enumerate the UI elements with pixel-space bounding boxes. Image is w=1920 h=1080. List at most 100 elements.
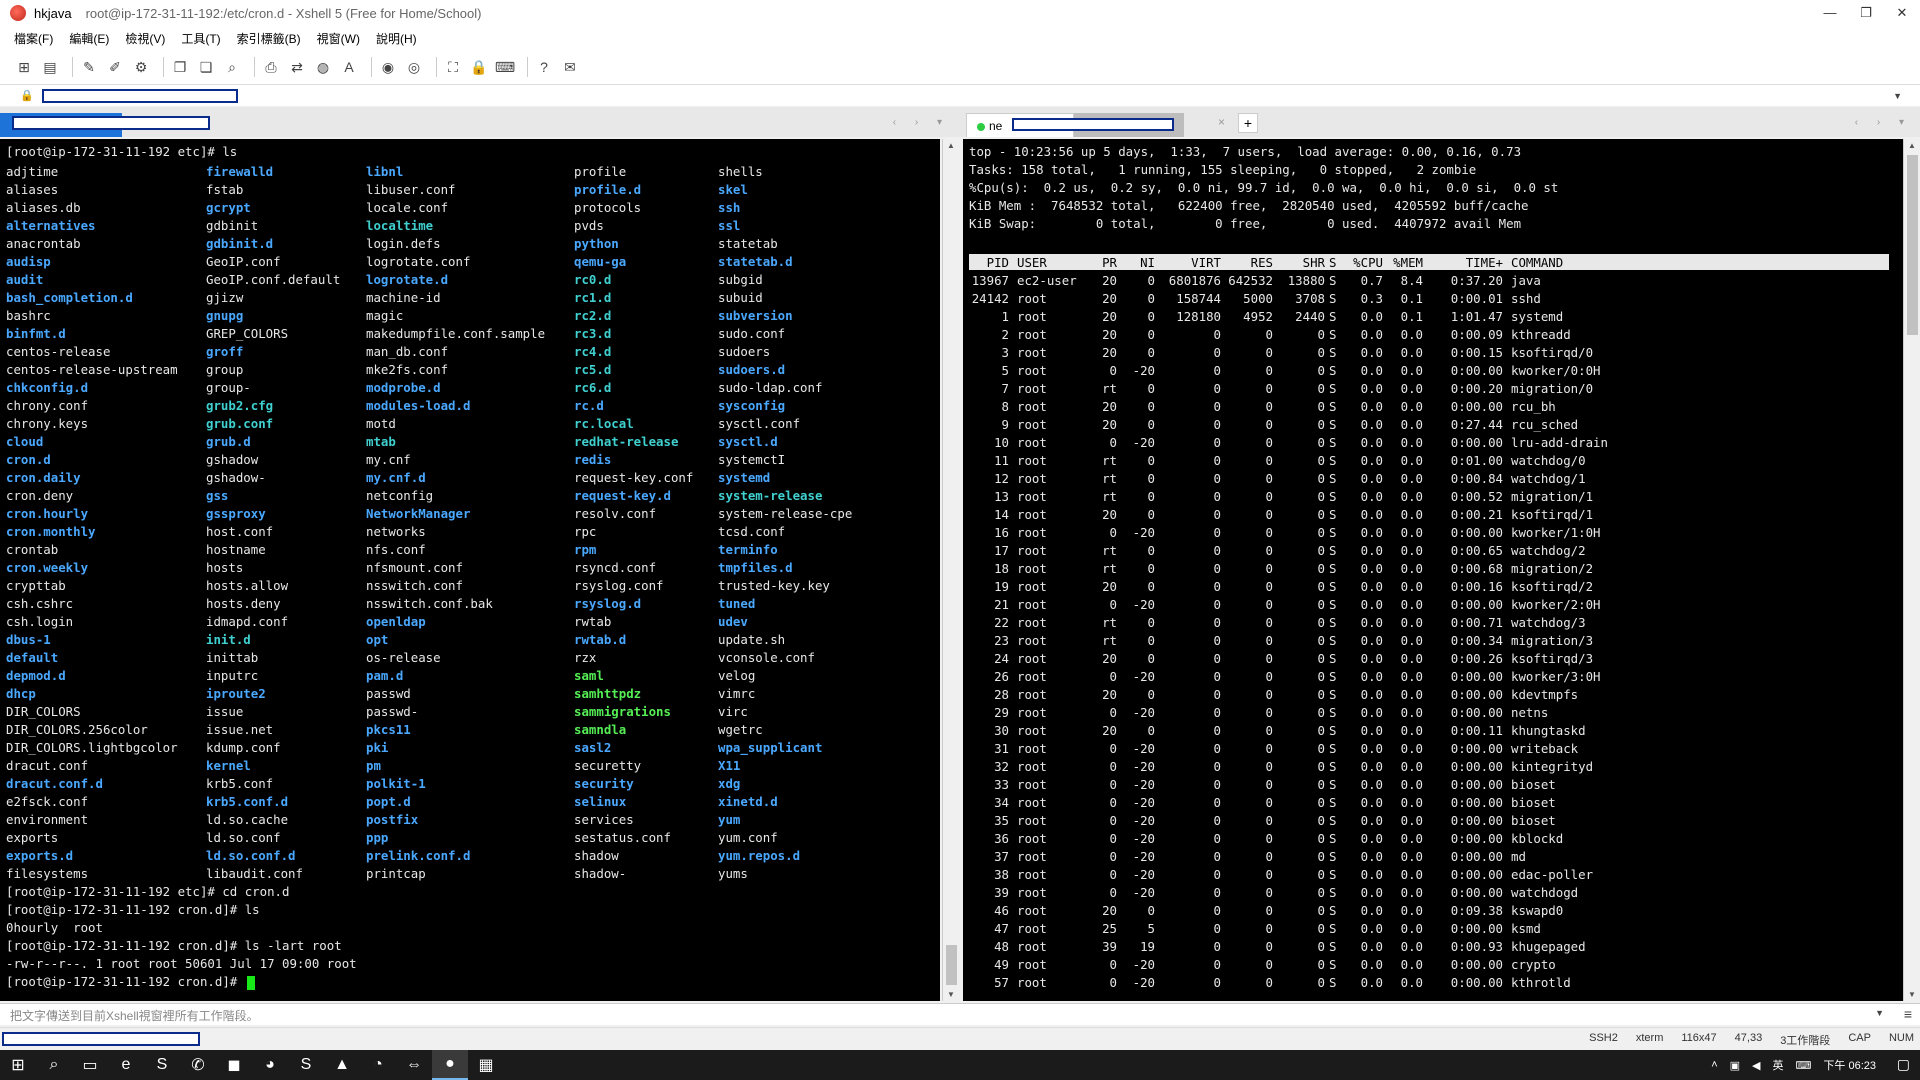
keyboard-icon[interactable]: ⌨ <box>495 57 515 77</box>
cell: rt <box>1102 633 1117 648</box>
scroll-up-icon[interactable]: ▲ <box>947 141 955 150</box>
compose-bar[interactable]: 把文字傳送到目前Xshell視窗裡所有工作階段。 ▼ ≡ <box>0 1003 1920 1025</box>
task-view-icon[interactable]: ▭ <box>72 1050 108 1080</box>
cell: 642532 <box>1228 273 1273 288</box>
teamviewer-icon[interactable]: ⇔ <box>396 1050 432 1080</box>
tray-up-arrow-icon[interactable]: ˄ <box>1711 1059 1717 1071</box>
cell: 57 <box>994 975 1009 990</box>
menu-item[interactable]: 編輯(E) <box>69 30 109 47</box>
ime-indicator[interactable]: 英 <box>1773 1057 1784 1073</box>
connected-dot-icon <box>977 123 985 131</box>
scroll-thumb[interactable] <box>1907 155 1918 335</box>
compose-dropdown-icon[interactable]: ▼ <box>1875 1008 1884 1018</box>
left-terminal[interactable]: [root@ip-172-31-11-192 etc]# ls adjtime f… <box>0 139 940 1001</box>
cell: khungtaskd <box>1511 723 1586 738</box>
cell: 0.0 <box>1360 921 1383 936</box>
reconnect-icon[interactable]: ✐ <box>105 57 125 77</box>
menu-item[interactable]: 檔案(F) <box>14 30 53 47</box>
chrome-icon[interactable]: ◕ <box>252 1050 288 1080</box>
status-protocol: SSH2 <box>1589 1032 1618 1044</box>
cell: 0.0 <box>1400 957 1423 972</box>
address-input[interactable] <box>41 88 238 103</box>
firefox-icon[interactable]: ◔ <box>360 1050 396 1080</box>
print-icon[interactable]: ⎙ <box>261 57 281 77</box>
cell: 0 <box>1317 831 1325 846</box>
scroll-down-icon[interactable]: ▼ <box>947 990 955 999</box>
wechat-icon[interactable]: ✆ <box>180 1050 216 1080</box>
scroll-thumb[interactable] <box>946 945 957 985</box>
cell: S <box>1329 669 1337 684</box>
clock[interactable]: 下午 06:23 <box>1823 1057 1876 1073</box>
close-button[interactable]: ✕ <box>1884 0 1920 26</box>
calculator-icon[interactable]: ▦ <box>468 1050 504 1080</box>
script-icon[interactable]: ◉ <box>378 57 398 77</box>
ls-entry: audisp <box>6 254 51 269</box>
copy-icon[interactable]: ❐ <box>170 57 190 77</box>
lock-icon[interactable]: 🔒 <box>469 57 489 77</box>
address-dropdown-icon[interactable]: ▼ <box>1893 91 1902 101</box>
ls-entry: kdump.conf <box>206 740 281 755</box>
xshell-taskbar-icon[interactable]: ● <box>432 1050 468 1080</box>
transfer-icon[interactable]: ⇄ <box>287 57 307 77</box>
tab-nav-arrows-icon[interactable]: ‹ › ▾ <box>893 117 950 128</box>
ls-row: filesystems libaudit.conf printcap shadow-y… <box>6 865 926 883</box>
cell: 0:00.00 <box>1450 705 1503 720</box>
ls-entry: X11 <box>718 758 741 773</box>
menu-item[interactable]: 說明(H) <box>376 30 417 47</box>
new-tab-button[interactable]: + <box>1238 113 1258 133</box>
cell: root <box>1017 417 1047 432</box>
edge-icon[interactable]: e <box>108 1050 144 1080</box>
cell: 24142 <box>971 291 1009 306</box>
cell: 0 <box>1317 453 1325 468</box>
cell: 0.0 <box>1400 687 1423 702</box>
help-icon[interactable]: ? <box>534 57 554 77</box>
terminal-line-text: [root@ip-172-31-11-192 cron.d]# ls -lart… <box>6 938 342 953</box>
notification-icon[interactable]: ▢ <box>1897 1056 1910 1073</box>
menu-item[interactable]: 視窗(W) <box>317 30 360 47</box>
cell: 0.0 <box>1400 849 1423 864</box>
cell: migration/1 <box>1511 489 1594 504</box>
right-terminal-scrollbar[interactable]: ▲ ▼ <box>1903 139 1920 1001</box>
globe-icon[interactable]: ◍ <box>313 57 333 77</box>
menu-item[interactable]: 工具(T) <box>181 30 220 47</box>
cell: watchdogd <box>1511 885 1579 900</box>
network-icon[interactable]: ▣ <box>1730 1059 1740 1072</box>
menu-item[interactable]: 索引標籤(B) <box>237 30 301 47</box>
keyboard-tray-icon[interactable]: ⌨ <box>1796 1059 1812 1072</box>
search-icon[interactable]: ⌕ <box>36 1050 72 1080</box>
tab-nav-arrows-icon[interactable]: ‹ › ▾ <box>1855 117 1912 128</box>
app-icon[interactable]: ▲ <box>324 1050 360 1080</box>
left-terminal-scrollbar[interactable]: ▲ ▼ <box>942 139 959 1001</box>
ls-entry: tcsd.conf <box>718 524 786 539</box>
open-folder-icon[interactable]: ▤ <box>40 57 60 77</box>
cell: 0.0 <box>1400 597 1423 612</box>
tab-close-icon[interactable]: × <box>1218 115 1225 129</box>
properties-icon[interactable]: ⚙ <box>131 57 151 77</box>
menu-item[interactable]: 檢視(V) <box>125 30 165 47</box>
find-icon[interactable]: ⌕ <box>222 57 242 77</box>
start-icon[interactable]: ⊞ <box>0 1050 36 1080</box>
sublime-icon[interactable]: S <box>288 1050 324 1080</box>
line-icon[interactable]: ◼ <box>216 1050 252 1080</box>
maximize-button[interactable]: ❐ <box>1848 0 1884 26</box>
xftp-icon[interactable]: ◎ <box>404 57 424 77</box>
new-session-icon[interactable]: ⊞ <box>14 57 34 77</box>
fullscreen-icon[interactable]: ⛶ <box>443 57 463 77</box>
ls-entry: nsswitch.conf.bak <box>366 596 493 611</box>
compose-menu-icon[interactable]: ≡ <box>1904 1006 1912 1022</box>
minimize-button[interactable]: — <box>1812 0 1848 26</box>
scroll-down-icon[interactable]: ▼ <box>1908 990 1916 999</box>
paste-icon[interactable]: ❏ <box>196 57 216 77</box>
right-pane-tabs: ne × + ‹ › ▾ <box>962 109 1920 137</box>
scroll-up-icon[interactable]: ▲ <box>1908 141 1916 150</box>
cell: rt <box>1102 543 1117 558</box>
chat-icon[interactable]: ✉ <box>560 57 580 77</box>
disconnect-icon[interactable]: ✎ <box>79 57 99 77</box>
font-icon[interactable]: A <box>339 57 359 77</box>
skype-icon[interactable]: S <box>144 1050 180 1080</box>
top-summary-line: %Cpu(s): 0.2 us, 0.2 sy, 0.0 ni, 99.7 id… <box>969 180 1559 195</box>
right-terminal[interactable]: top - 10:23:56 up 5 days, 1:33, 7 users,… <box>963 139 1903 1001</box>
volume-icon[interactable]: ◀ <box>1752 1059 1760 1072</box>
cell: 0.0 <box>1400 777 1423 792</box>
ls-row: exports.d ld.so.conf.d prelink.conf.d shado… <box>6 847 926 865</box>
